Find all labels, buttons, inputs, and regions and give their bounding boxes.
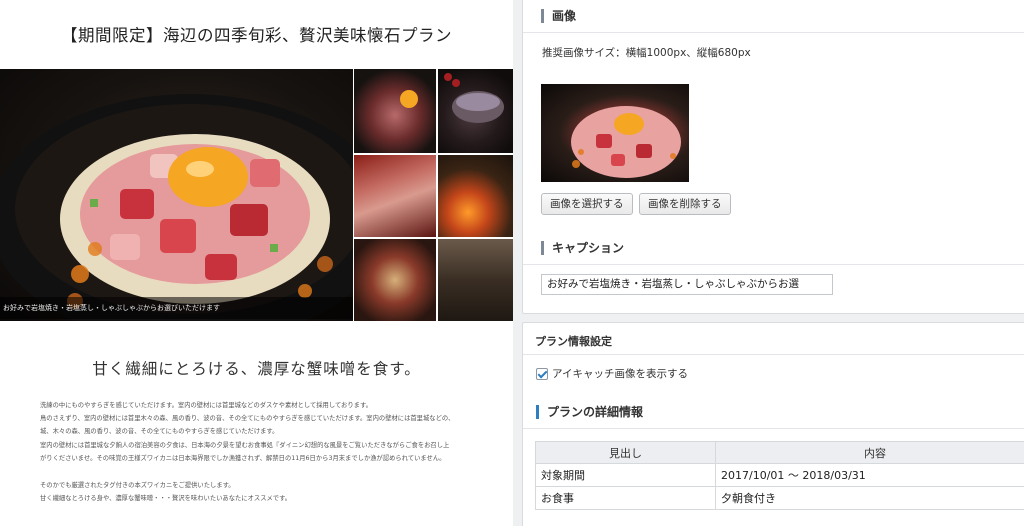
plan-info-title: プラン情報設定	[535, 335, 612, 348]
caption-input[interactable]: お好みで岩塩焼き・岩塩蒸し・しゃぶしゃぶからお選	[541, 274, 833, 295]
divider	[523, 264, 1024, 265]
row-label: 対象期間	[535, 463, 716, 487]
divider	[523, 32, 1024, 33]
body-line: 甘く繊細なとろける身や、濃厚な蟹味噌・・・贅沢を味わいたいあなたにオススメです。	[40, 495, 292, 503]
row-value[interactable]: 夕朝食付き	[715, 486, 1024, 510]
row-value[interactable]: 2017/10/01 〜 2018/03/31	[715, 463, 1024, 487]
column-header-heading: 見出し	[535, 441, 716, 464]
body-line: 洗練の中にものやすらぎを感じていただけます。室内の壁材には首里城などのダスケや素…	[40, 402, 372, 409]
body-line: がりくださいませ。その味覚の王様ズワイカニは日本海界限でしか漁獲されず、解禁日の…	[40, 454, 446, 462]
image-size-note: 推奨画像サイズ：横幅1000px、縦幅680px	[542, 47, 751, 59]
caption-heading-label: キャプション	[552, 241, 625, 255]
delete-image-button[interactable]: 画像を削除する	[639, 193, 731, 215]
select-image-button[interactable]: 画像を選択する	[541, 193, 633, 215]
preview-subheading: 甘く繊細にとろける、濃厚な蟹味噌を食す。	[92, 360, 421, 378]
body-line: 城、木々の森、風の香り、波の音、その全てにものやすらぎを感じていただけます。	[40, 428, 279, 436]
image-settings-card: 画像 推奨画像サイズ：横幅1000px、縦幅680px 画像を選択する 画像を削…	[522, 0, 1024, 314]
photo-caption: お好みで岩塩焼き・岩塩蒸し・しゃぶしゃぶからお選びいただけます	[0, 297, 353, 319]
details-heading-label: プランの詳細情報	[547, 405, 644, 419]
plan-info-card: プラン情報設定 アイキャッチ画像を表示する プランの詳細情報 見出し 内容 対象…	[522, 322, 1024, 526]
heading-marker	[536, 404, 539, 419]
preview-body: 洗練の中にものやすらぎを感じていただけます。室内の壁材には首里城などのダスケや素…	[40, 399, 480, 505]
image-heading-label: 画像	[552, 9, 577, 23]
plan-preview: 【期間限定】海辺の四季旬彩、贅沢美味懐石プラン お好みで岩塩焼き・岩塩蒸し・しゃ…	[0, 0, 513, 526]
photo-sliced-tuna-thumb	[354, 155, 436, 237]
details-section-heading: プランの詳細情報	[536, 403, 643, 420]
screen: 【期間限定】海辺の四季旬彩、贅沢美味懐石プラン お好みで岩塩焼き・岩塩蒸し・しゃ…	[0, 0, 1024, 526]
divider	[523, 428, 1024, 429]
photo-grid	[353, 69, 513, 321]
caption-section-heading: キャプション	[541, 239, 624, 256]
table-header-row: 見出し 内容	[535, 441, 1024, 464]
column-header-content: 内容	[715, 441, 1024, 464]
photo-lounge-interior-thumb	[438, 239, 513, 321]
selected-image-preview[interactable]	[541, 84, 689, 182]
photo-tuna-bowl-thumb	[354, 69, 436, 153]
heading-marker	[541, 240, 544, 255]
photo-kaiseki-course-thumb	[354, 239, 436, 321]
rice-bowl-illustration	[0, 94, 353, 321]
body-line: 室内の壁材には首里城な夕餉人の宿泊美容の夕食は、日本海の夕景を望むお食事処『ダイ…	[40, 441, 450, 449]
plan-details-table: 見出し 内容 対象期間 2017/10/01 〜 2018/03/31 お食事 …	[535, 441, 1024, 510]
eyecatch-checkbox[interactable]	[536, 367, 548, 380]
eyecatch-option[interactable]: アイキャッチ画像を表示する	[536, 366, 688, 381]
photo-sake-cup-thumb	[438, 69, 513, 153]
preview-title: 【期間限定】海辺の四季旬彩、贅沢美味懐石プラン	[61, 26, 452, 45]
body-line: そのかでも厳選されたタグ付きの本ズワイカニをご提供いたします。	[40, 482, 235, 490]
row-label: お食事	[535, 486, 716, 510]
body-line: 鳥のさえずり、室内の壁材には首里木々の森、風の香り、波の音、その全てにものやすら…	[40, 415, 455, 423]
table-row[interactable]: お食事 夕朝食付き	[535, 486, 1024, 510]
main-dish-photo	[0, 69, 353, 321]
eyecatch-checkbox-label[interactable]: アイキャッチ画像を表示する	[552, 366, 688, 381]
image-section-heading: 画像	[541, 7, 576, 24]
table-row[interactable]: 対象期間 2017/10/01 〜 2018/03/31	[535, 463, 1024, 487]
divider	[523, 354, 1024, 355]
photo-grill-fire-thumb	[438, 155, 513, 237]
heading-marker	[541, 8, 544, 23]
